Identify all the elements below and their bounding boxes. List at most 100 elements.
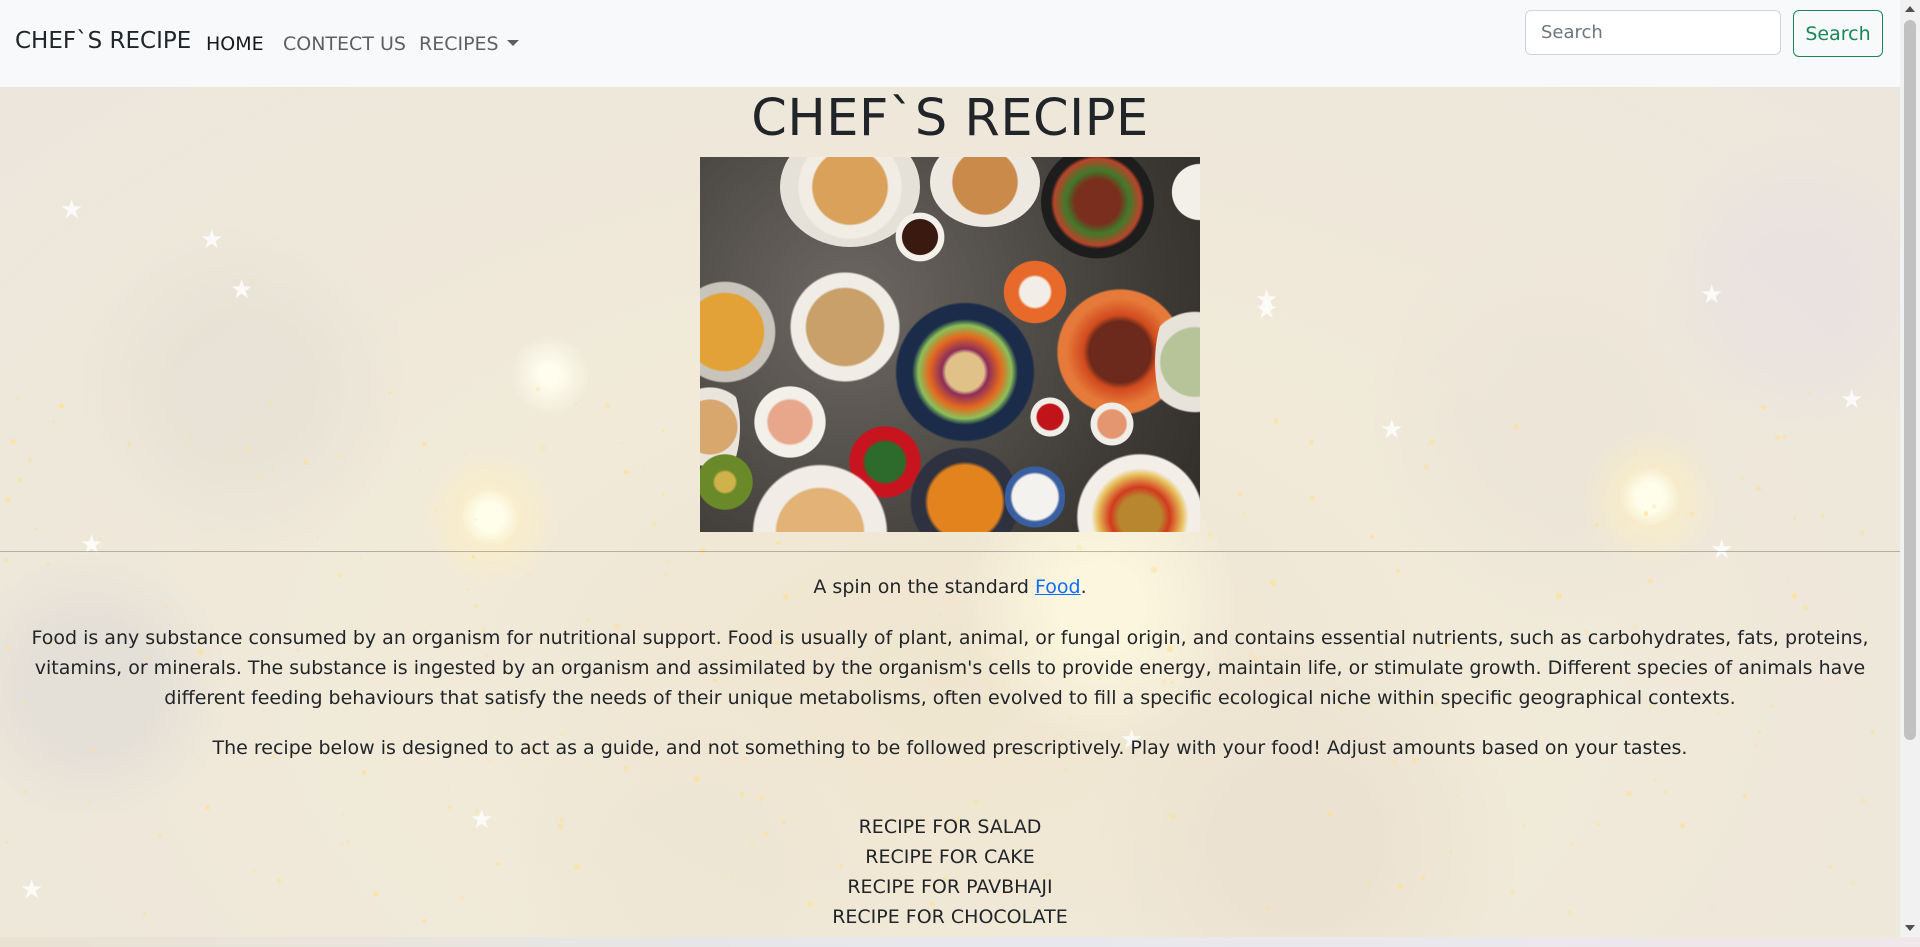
bokeh-sparkle bbox=[585, 719, 588, 722]
bokeh-sparkle bbox=[1403, 788, 1406, 791]
bokeh-sparkle bbox=[9, 438, 16, 445]
bokeh-sparkle bbox=[305, 438, 308, 441]
scroll-down-arrow-icon[interactable] bbox=[1905, 925, 1915, 931]
bokeh-sparkle bbox=[1643, 511, 1649, 516]
bokeh-sparkle bbox=[622, 765, 629, 772]
recipe-item-cake[interactable]: RECIPE FOR CAKE bbox=[0, 842, 1900, 872]
bokeh-sparkle bbox=[1426, 443, 1430, 447]
bokeh-sparkle bbox=[1740, 477, 1744, 482]
bokeh-sparkle bbox=[359, 556, 362, 559]
bokeh-sparkle bbox=[1068, 716, 1072, 720]
bokeh-sparkle bbox=[1743, 794, 1747, 798]
bokeh-sparkle bbox=[361, 770, 367, 775]
bokeh-sparkle bbox=[269, 401, 274, 406]
tagline: A spin on the standard Food. bbox=[0, 576, 1900, 598]
nav-dropdown-recipes[interactable]: RECIPES bbox=[419, 33, 519, 55]
bokeh-sparkle bbox=[1396, 569, 1401, 574]
bokeh-sparkle bbox=[258, 475, 264, 482]
bokeh-sparkle bbox=[24, 790, 27, 793]
bokeh-sparkle bbox=[463, 452, 466, 455]
recipe-list: RECIPE FOR SALAD RECIPE FOR CAKE RECIPE … bbox=[0, 812, 1900, 932]
bokeh-sparkle bbox=[1324, 800, 1329, 805]
recipe-item-chocolate[interactable]: RECIPE FOR CHOCOLATE bbox=[0, 902, 1900, 932]
bokeh-sparkle bbox=[974, 799, 979, 804]
bokeh-sparkle bbox=[1273, 419, 1279, 425]
scrollbar-thumb[interactable] bbox=[1904, 20, 1916, 740]
bokeh-sparkle bbox=[1688, 510, 1695, 517]
bokeh-sparkle bbox=[759, 796, 764, 802]
search-input[interactable] bbox=[1525, 10, 1781, 55]
bokeh-sparkle bbox=[1849, 723, 1852, 726]
bokeh-sparkle bbox=[587, 619, 590, 622]
decorative-star-icon: ★ bbox=[80, 530, 104, 560]
recipe-item-salad[interactable]: RECIPE FOR SALAD bbox=[0, 812, 1900, 842]
bokeh-sparkle bbox=[51, 419, 56, 424]
bokeh-sparkle bbox=[27, 457, 33, 462]
navbar-brand[interactable]: CHEF`S RECIPE bbox=[15, 28, 191, 54]
bokeh-sparkle bbox=[447, 788, 451, 792]
bokeh-sparkle bbox=[574, 402, 578, 406]
bokeh-sparkle bbox=[1859, 529, 1866, 536]
nav-link-contact[interactable]: CONTECT US bbox=[283, 33, 406, 55]
bokeh-sparkle bbox=[1820, 514, 1824, 517]
decorative-star-icon: ★ bbox=[1255, 295, 1279, 325]
bokeh-sparkle bbox=[1308, 439, 1314, 446]
vertical-scrollbar[interactable] bbox=[1900, 0, 1920, 937]
bokeh-sparkle bbox=[642, 465, 645, 468]
bokeh-sparkle bbox=[434, 509, 439, 513]
bokeh-sparkle bbox=[651, 520, 657, 527]
bokeh-sparkle bbox=[1774, 435, 1780, 440]
decorative-star-icon: ★ bbox=[60, 195, 84, 225]
bokeh-sparkle bbox=[1423, 464, 1430, 471]
bokeh-sparkle bbox=[34, 526, 38, 531]
navbar: CHEF`S RECIPE HOME CONTECT US RECIPES Se… bbox=[0, 0, 1900, 87]
bokeh-sparkle bbox=[421, 597, 426, 602]
bokeh-sparkle bbox=[1076, 544, 1082, 551]
bokeh-sparkle bbox=[1594, 523, 1599, 528]
bokeh-sparkle bbox=[14, 396, 20, 402]
tagline-end: . bbox=[1080, 576, 1087, 598]
search-button[interactable]: Search bbox=[1793, 10, 1883, 57]
bokeh-sparkle bbox=[233, 450, 237, 454]
bokeh-sparkle bbox=[1237, 491, 1243, 497]
bokeh-sparkle bbox=[1651, 504, 1657, 509]
bokeh-sparkle bbox=[672, 511, 675, 514]
bokeh-sparkle bbox=[1663, 790, 1668, 794]
bokeh-sparkle bbox=[302, 459, 308, 465]
food-link[interactable]: Food bbox=[1035, 576, 1081, 598]
bokeh-sparkle bbox=[473, 517, 478, 522]
caret-down-icon bbox=[506, 40, 519, 46]
bokeh-sparkle bbox=[604, 402, 610, 408]
scroll-up-arrow-icon[interactable] bbox=[1905, 6, 1915, 12]
bokeh-sparkle bbox=[388, 390, 392, 394]
bokeh-sparkle bbox=[87, 801, 91, 805]
bokeh-sparkle bbox=[316, 535, 319, 539]
recipe-item-pavbhaji[interactable]: RECIPE FOR PAVBHAJI bbox=[0, 872, 1900, 902]
bokeh-sparkle bbox=[3, 557, 10, 564]
bokeh-sparkle bbox=[1242, 512, 1246, 516]
bokeh-sparkle bbox=[1652, 778, 1657, 783]
bokeh-sparkle bbox=[643, 763, 646, 766]
bokeh-sparkle bbox=[1091, 802, 1094, 805]
divider bbox=[0, 551, 1900, 552]
bokeh-sparkle bbox=[1065, 768, 1068, 771]
bokeh-sparkle bbox=[17, 478, 22, 483]
bokeh-sparkle bbox=[291, 768, 294, 771]
bokeh-sparkle bbox=[5, 645, 11, 651]
bokeh-sparkle bbox=[997, 557, 1001, 560]
recipe-guide-note: The recipe below is designed to act as a… bbox=[212, 737, 1688, 759]
bokeh-sparkle bbox=[45, 561, 50, 566]
bokeh-sparkle bbox=[624, 469, 629, 475]
bokeh-sparkle bbox=[1370, 534, 1375, 539]
nav-link-home[interactable]: HOME bbox=[206, 33, 264, 55]
bokeh-sparkle bbox=[205, 804, 211, 810]
bokeh-sparkle bbox=[1309, 495, 1315, 501]
bokeh-sparkle bbox=[1807, 390, 1811, 394]
decorative-star-icon: ★ bbox=[200, 225, 224, 255]
bokeh-sparkle bbox=[1455, 794, 1459, 798]
bokeh-sparkle bbox=[1513, 423, 1520, 430]
bokeh-sparkle bbox=[938, 613, 941, 616]
bokeh-sparkle bbox=[1860, 797, 1866, 803]
bokeh-sparkle bbox=[661, 430, 665, 434]
bokeh-sparkle bbox=[536, 387, 540, 391]
